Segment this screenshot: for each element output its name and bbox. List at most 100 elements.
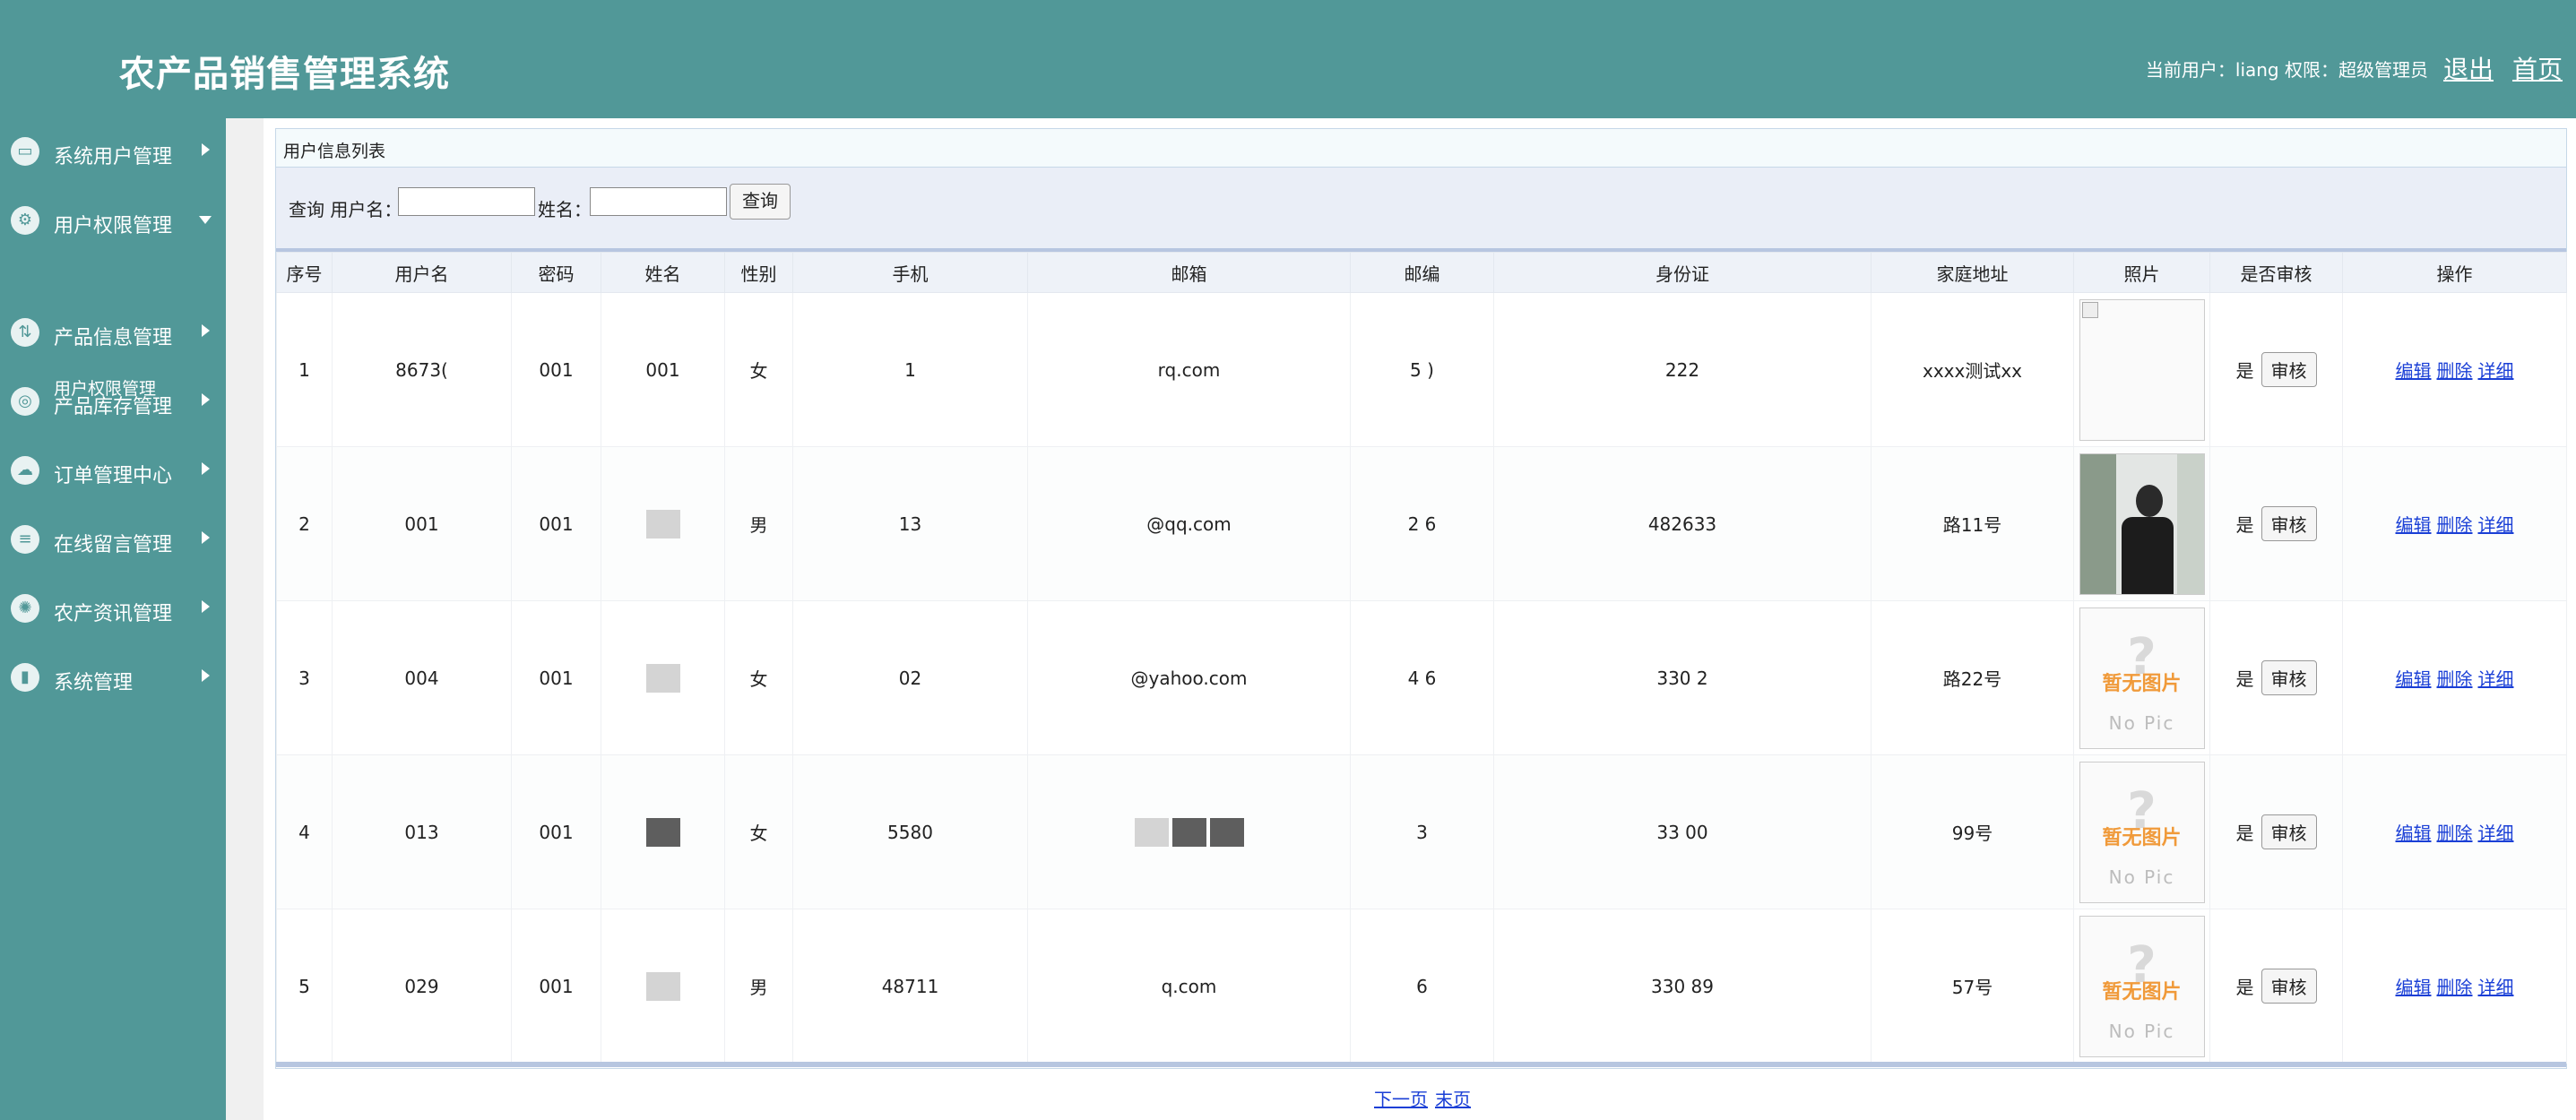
cell-email: q.com	[1027, 909, 1351, 1064]
name-input[interactable]	[590, 187, 727, 216]
redaction-block	[645, 971, 680, 1001]
detail-link[interactable]: 详细	[2478, 360, 2514, 382]
audit-status: 是	[2235, 360, 2254, 382]
chevron-right-icon	[202, 393, 210, 406]
sidebar-item-news[interactable]: ✺ 农产资讯管理	[0, 590, 226, 626]
delete-link[interactable]: 删除	[2437, 977, 2473, 998]
sidebar-item-label: 系统管理	[54, 672, 134, 694]
chevron-right-icon	[202, 600, 210, 613]
cell-photo: ? 暂无图片 No Pic	[2073, 754, 2210, 909]
cell-address: 57号	[1871, 909, 2074, 1064]
edit-link[interactable]: 编辑	[2396, 823, 2432, 844]
cell-zip: 4 6	[1350, 600, 1494, 755]
sidebar-item-orders[interactable]: ☁ 订单管理中心	[0, 452, 226, 488]
cell-no: 2	[276, 446, 333, 601]
delete-link[interactable]: 删除	[2437, 360, 2473, 382]
app-icon: ◎	[11, 387, 39, 416]
audit-button[interactable]: 审核	[2260, 506, 2317, 541]
app-title: 农产品销售管理系统	[119, 54, 450, 95]
audit-button[interactable]: 审核	[2260, 352, 2317, 387]
detail-link[interactable]: 详细	[2478, 514, 2514, 536]
cell-name	[601, 754, 725, 909]
edit-link[interactable]: 编辑	[2396, 360, 2432, 382]
sidebar-item-inventory[interactable]: ◎ 产品库存管理	[0, 383, 226, 419]
cell-idcard: 33 00	[1493, 754, 1871, 909]
query-button[interactable]: 查询	[730, 184, 791, 220]
cell-phone: 1	[792, 292, 1028, 447]
sidebar-item-label: 用户权限管理	[54, 215, 173, 237]
chevron-right-icon	[202, 531, 210, 544]
col-header: 姓名	[601, 252, 725, 293]
photo-background	[2079, 453, 2116, 594]
cell-no: 5	[276, 909, 333, 1064]
sidebar-item-label: 产品信息管理	[54, 327, 173, 349]
audit-button[interactable]: 审核	[2260, 660, 2317, 695]
detail-link[interactable]: 详细	[2478, 977, 2514, 998]
cell-username: 013	[332, 754, 512, 909]
panel-title: 用户信息列表	[283, 142, 386, 161]
home-link[interactable]: 首页	[2512, 50, 2563, 86]
user-list-panel: 用户信息列表 查询 用户名： 姓名： 查询 序号 用户名 密码 姓名 性别 手机…	[275, 128, 2567, 1069]
cell-gender: 女	[724, 600, 793, 755]
cell-ops: 编辑 删除 详细	[2342, 292, 2567, 447]
edit-link[interactable]: 编辑	[2396, 514, 2432, 536]
delete-link[interactable]: 删除	[2437, 823, 2473, 844]
last-page-link[interactable]: 末页	[1435, 1089, 1471, 1110]
cell-no: 4	[276, 754, 333, 909]
audit-status: 是	[2235, 514, 2254, 536]
sidebar-menu: ▭ 系统用户管理 ⚙ 用户权限管理 用户权限管理 ⇅ 产品信息管理 ◎ 产品库存…	[0, 118, 226, 1120]
photo-background	[2176, 453, 2204, 594]
cell-phone: 13	[792, 446, 1028, 601]
chevron-right-icon	[202, 143, 210, 156]
detail-link[interactable]: 详细	[2478, 668, 2514, 690]
audit-button[interactable]: 审核	[2260, 814, 2317, 849]
col-header: 家庭地址	[1871, 252, 2074, 293]
table-row: 4 013 001 女 5580 3 33 00 99号 ? 暂无图片 No P…	[276, 754, 2567, 909]
next-page-link[interactable]: 下一页	[1374, 1089, 1428, 1110]
delete-link[interactable]: 删除	[2437, 514, 2473, 536]
cell-zip: 3	[1350, 754, 1494, 909]
cell-username: 029	[332, 909, 512, 1064]
sidebar-item-label: 在线留言管理	[54, 534, 173, 556]
delete-link[interactable]: 删除	[2437, 668, 2473, 690]
edit-link[interactable]: 编辑	[2396, 668, 2432, 690]
sidebar-item-messages[interactable]: ≡ 在线留言管理	[0, 521, 226, 557]
sidebar-item-user-permissions[interactable]: ⚙ 用户权限管理	[0, 202, 226, 238]
cell-email: @qq.com	[1027, 446, 1351, 601]
col-header: 用户名	[332, 252, 512, 293]
col-header: 是否审核	[2209, 252, 2343, 293]
cell-password: 001	[511, 600, 601, 755]
username-input[interactable]	[398, 187, 535, 216]
sidebar-item-system[interactable]: ▮ 系统管理	[0, 659, 226, 695]
cell-password: 001	[511, 446, 601, 601]
col-header: 性别	[724, 252, 793, 293]
cell-password: 001	[511, 292, 601, 447]
cell-photo	[2073, 292, 2210, 447]
content-gutter	[226, 118, 264, 1120]
sidebar-item-label: 产品库存管理	[54, 396, 173, 418]
sidebar-item-label: 农产资讯管理	[54, 603, 173, 625]
top-header: 农产品销售管理系统 当前用户：liang 权限：超级管理员 退出 首页	[0, 0, 2576, 118]
col-header: 序号	[276, 252, 333, 293]
cell-email: @yahoo.com	[1027, 600, 1351, 755]
redaction-block	[645, 817, 680, 847]
cell-no: 3	[276, 600, 333, 755]
username-label: 查询 用户名：	[289, 199, 402, 220]
edit-link[interactable]: 编辑	[2396, 977, 2432, 998]
cell-email	[1027, 754, 1351, 909]
col-header: 手机	[792, 252, 1028, 293]
sidebar-item-system-users[interactable]: ▭ 系统用户管理	[0, 134, 226, 169]
broken-image-icon	[2081, 301, 2098, 318]
redaction-block	[1134, 817, 1169, 847]
current-user-info: 当前用户：liang 权限：超级管理员	[2145, 59, 2428, 81]
photo-broken-image	[2079, 298, 2205, 441]
cell-phone: 5580	[792, 754, 1028, 909]
panel-title-bar: 用户信息列表	[276, 129, 2566, 168]
col-header: 邮编	[1350, 252, 1494, 293]
sidebar-item-products[interactable]: ⇅ 产品信息管理	[0, 314, 226, 350]
no-picture-text-en: No Pic	[2108, 866, 2175, 888]
detail-link[interactable]: 详细	[2478, 823, 2514, 844]
monitor-icon: ▭	[11, 137, 39, 166]
logout-link[interactable]: 退出	[2443, 50, 2494, 86]
audit-button[interactable]: 审核	[2260, 969, 2317, 1004]
